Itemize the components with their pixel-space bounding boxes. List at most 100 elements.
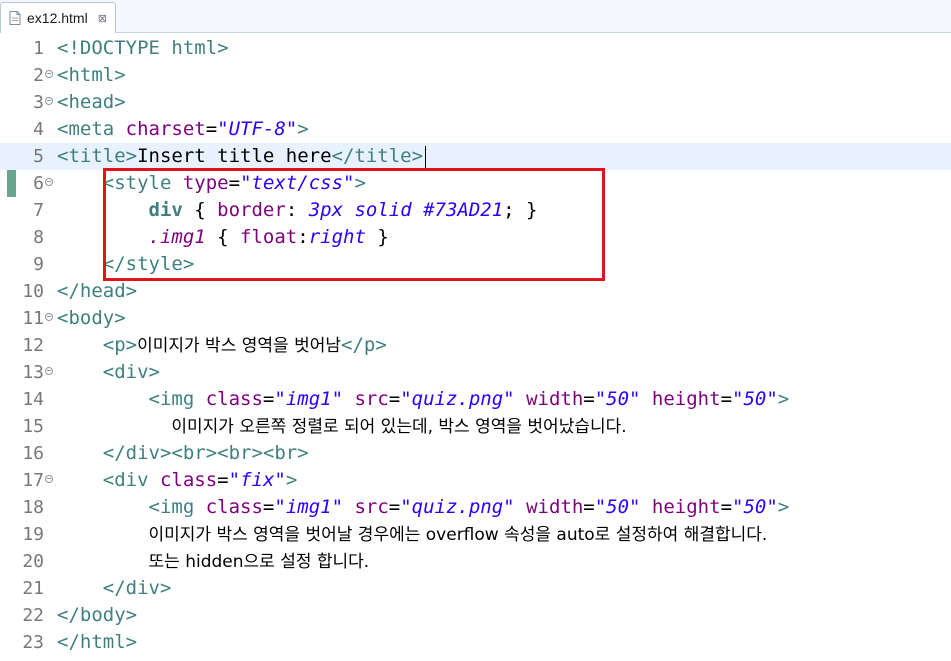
code-token: = xyxy=(217,469,229,491)
code-line: 2 − <html> xyxy=(0,62,951,89)
line-number: 5 xyxy=(33,146,44,167)
line-number: 20 xyxy=(22,551,44,572)
code-line: 19 이미지가 박스 영역을 벗어날 경우에는 overflow 속성을 aut… xyxy=(0,521,951,548)
line-number: 15 xyxy=(22,416,44,437)
fold-icon[interactable]: − xyxy=(45,97,53,105)
code-token: <div> xyxy=(102,361,160,383)
code-line: 1 <!DOCTYPE html> xyxy=(0,35,951,62)
code-token: = xyxy=(388,496,401,518)
code-token: "50" xyxy=(594,388,641,410)
code-token: width xyxy=(514,388,584,410)
line-number: 23 xyxy=(22,632,44,653)
line-number: 1 xyxy=(33,38,44,59)
line-number: 13 xyxy=(22,362,44,383)
fold-icon[interactable]: − xyxy=(45,367,53,375)
code-token: "img1" xyxy=(274,388,344,410)
code-token: <img xyxy=(148,388,195,410)
line-number: 22 xyxy=(22,605,44,626)
code-token: > xyxy=(297,118,309,140)
code-token: 또는 hidden으로 설정 합니다. xyxy=(148,552,370,572)
code-line: 4 <meta charset="UTF-8"> xyxy=(0,116,951,143)
line-number: 9 xyxy=(33,254,44,275)
code-line: 15 이미지가 오른쪽 정렬로 되어 있는데, 박스 영역을 벗어났습니다. xyxy=(0,413,951,440)
code-token: = xyxy=(583,496,595,518)
code-line: 14 <img class="img1" src="quiz.png" widt… xyxy=(0,386,951,413)
code-token: "50" xyxy=(594,496,641,518)
code-editor[interactable]: 1 <!DOCTYPE html> 2 − <html> 3 − <head> … xyxy=(0,33,951,661)
code-line: 13 − <div> xyxy=(0,359,951,386)
code-token: <div xyxy=(102,469,149,491)
line-number: 8 xyxy=(33,227,44,248)
code-token: <title> xyxy=(57,145,138,167)
code-token: <meta xyxy=(57,118,115,140)
line-number: 19 xyxy=(22,524,44,545)
fold-icon[interactable]: − xyxy=(45,70,53,78)
code-token: = xyxy=(388,388,401,410)
code-token: > xyxy=(285,469,298,491)
code-token: </body> xyxy=(57,604,138,626)
code-token: "50" xyxy=(732,388,778,410)
close-icon[interactable]: ⊠ xyxy=(98,12,107,25)
code-token: "UTF-8" xyxy=(217,118,298,140)
code-token: width xyxy=(514,496,584,518)
code-token: "50" xyxy=(732,496,778,518)
code-token: > xyxy=(777,388,790,410)
code-token: = xyxy=(720,388,733,410)
code-token: <body> xyxy=(57,307,126,329)
code-token: height xyxy=(640,388,721,410)
line-number: 2 xyxy=(33,65,44,86)
code-token: 이미지가 오른쪽 정렬로 되어 있는데, 박스 영역을 벗어났습니다. xyxy=(171,417,627,437)
line-number: 3 xyxy=(33,92,44,113)
tab-filename: ex12.html xyxy=(27,10,88,26)
code-token: "quiz.png" xyxy=(400,496,515,518)
code-line: 11 − <body> xyxy=(0,305,951,332)
code-token: <head> xyxy=(57,91,126,113)
line-number: 21 xyxy=(22,578,44,599)
line-number: 10 xyxy=(22,281,44,302)
code-token: class xyxy=(194,388,263,410)
code-token: Insert title here xyxy=(137,145,332,167)
code-token: <html> xyxy=(57,64,126,86)
code-token: = xyxy=(205,118,218,140)
code-token: </head> xyxy=(57,280,138,302)
editor-tab-bar: ex12.html ⊠ xyxy=(0,0,951,33)
code-token: </title> xyxy=(331,145,424,167)
code-line: 21 </div> xyxy=(0,575,951,602)
code-token: charset xyxy=(114,118,206,140)
text-caret xyxy=(425,145,427,168)
code-token: class xyxy=(194,496,263,518)
line-number: 6 xyxy=(33,173,44,194)
code-token: </div><br><br><br> xyxy=(102,442,309,464)
code-line: 17 − <div class="fix"> xyxy=(0,467,951,494)
line-number: 4 xyxy=(33,119,44,140)
code-token: src xyxy=(343,496,389,518)
fold-icon[interactable]: − xyxy=(45,475,53,483)
code-token: "img1" xyxy=(274,496,344,518)
line-number: 14 xyxy=(22,389,44,410)
code-token: src xyxy=(343,388,389,410)
code-line: 20 또는 hidden으로 설정 합니다. xyxy=(0,548,951,575)
line-number: 17 xyxy=(22,470,44,491)
line-number: 12 xyxy=(22,335,44,356)
code-token: </html> xyxy=(57,631,138,653)
code-line: 23 </html> xyxy=(0,629,951,656)
code-token: 이미지가 박스 영역을 벗어남 xyxy=(137,336,341,356)
code-token: 이미지가 박스 영역을 벗어날 경우에는 overflow 속성을 auto로 … xyxy=(148,525,768,545)
code-token: </p> xyxy=(341,334,387,356)
code-token: = xyxy=(720,496,733,518)
code-token: <img xyxy=(148,496,195,518)
code-line: 16 </div><br><br><br> xyxy=(0,440,951,467)
line-number: 18 xyxy=(22,497,44,518)
code-token: <p> xyxy=(102,334,138,356)
html-file-icon xyxy=(9,11,21,25)
code-token: = xyxy=(583,388,595,410)
code-token: </div> xyxy=(102,577,172,599)
code-line-current: 5 <title>Insert title here</title> xyxy=(0,143,951,170)
code-line: 12 <p>이미지가 박스 영역을 벗어남</p> xyxy=(0,332,951,359)
fold-icon[interactable]: − xyxy=(45,178,53,186)
highlight-annotation-box xyxy=(103,168,605,281)
code-token: = xyxy=(262,496,275,518)
tab-ex12-html[interactable]: ex12.html ⊠ xyxy=(0,2,116,33)
fold-icon[interactable]: − xyxy=(45,313,53,321)
code-token: height xyxy=(640,496,721,518)
